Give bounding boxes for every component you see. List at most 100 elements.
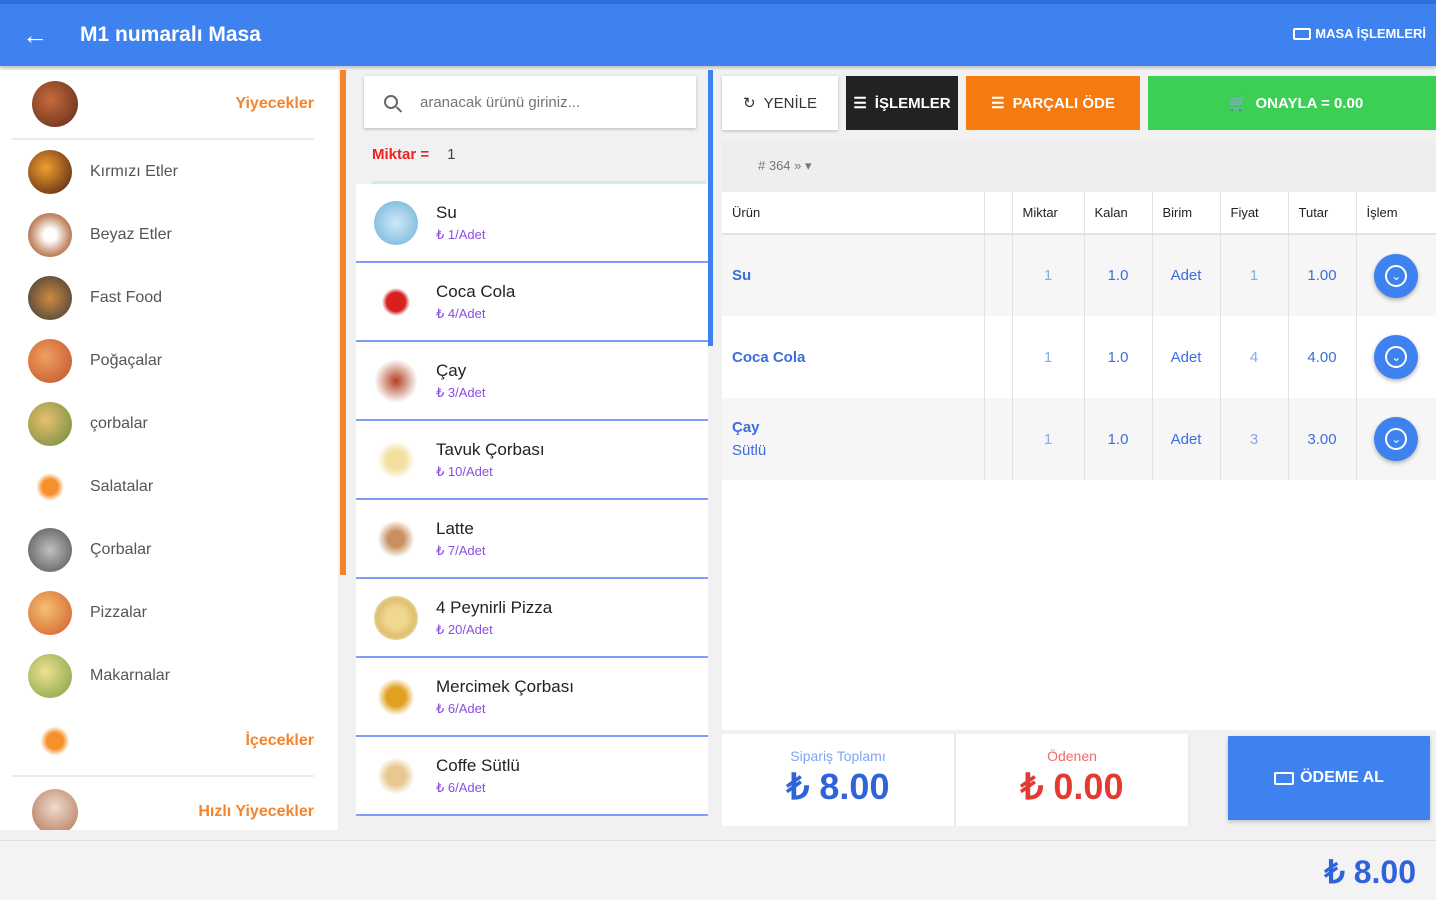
product-item[interactable]: Mercimek Çorbası ₺ 6/Adet — [356, 658, 708, 737]
table-row[interactable]: Çay Sütlü 1 1.0 Adet 3 3.00 ⌄ — [722, 398, 1436, 480]
item-name: Çay — [732, 419, 760, 436]
category-group-yiyecekler[interactable]: Yiyecekler — [12, 70, 314, 140]
cell-islem: ⌄ — [1356, 316, 1436, 398]
product-panel: Miktar = 1 Su ₺ 1/Adet Coca Cola ₺ 4/Adet … — [356, 70, 708, 830]
cell-miktar: 1 — [1012, 316, 1085, 398]
product-item[interactable]: Coca Cola ₺ 4/Adet — [356, 263, 708, 342]
product-image — [374, 516, 418, 561]
category-group-hizli-yiyecekler[interactable]: Hızlı Yiyecekler — [12, 777, 314, 830]
sliders-icon: ☰ — [853, 95, 867, 112]
product-image — [374, 595, 418, 640]
bottom-total: ₺ 8.00 — [1324, 854, 1416, 890]
refresh-button[interactable]: ↻ YENİLE — [722, 76, 838, 130]
category-label: Pizzalar — [90, 603, 147, 621]
order-total-box: Sipariş Toplamı ₺ 8.00 — [722, 734, 956, 826]
category-label: Makarnalar — [90, 666, 171, 684]
category-item[interactable]: Poğaçalar — [0, 329, 338, 392]
product-image — [374, 279, 418, 324]
cell-urun: Su — [722, 234, 985, 316]
category-item[interactable]: Beyaz Etler — [0, 203, 338, 266]
chevron-circle-icon: ⌄ — [1385, 264, 1408, 287]
category-thumbnail — [28, 149, 72, 194]
table-row[interactable]: Su 1 1.0 Adet 1 1.00 ⌄ — [722, 234, 1436, 316]
category-label: çorbalar — [90, 414, 148, 432]
category-item[interactable]: Fast Food — [0, 266, 338, 329]
col-header: Miktar — [1012, 192, 1085, 235]
category-label: Fast Food — [90, 288, 163, 306]
product-item[interactable]: Su ₺ 1/Adet — [356, 184, 708, 263]
currency-symbol: ₺ — [436, 384, 445, 400]
split-pay-button[interactable]: ☰ PARÇALI ÖDE — [966, 76, 1140, 130]
table-header-row: Ürün Miktar Kalan Birim Fiyat Tutar İşle… — [722, 192, 1436, 235]
currency-symbol: ₺ — [436, 463, 445, 479]
product-image — [374, 753, 418, 798]
category-thumbnail — [28, 212, 72, 257]
product-name: Coca Cola — [436, 281, 516, 301]
category-item[interactable]: Pizzalar — [0, 581, 338, 644]
col-header: Ürün — [722, 192, 985, 235]
category-item[interactable]: Kırmızı Etler — [0, 140, 338, 203]
search-input[interactable] — [420, 93, 660, 111]
chevron-circle-icon: ⌄ — [1385, 428, 1408, 450]
split-pay-label: PARÇALI ÖDE — [1012, 94, 1115, 112]
col-header: İşlem — [1356, 192, 1436, 235]
confirm-button[interactable]: 🛒 ONAYLA = 0.00 — [1148, 76, 1436, 130]
category-label: Çorbalar — [90, 540, 152, 558]
product-item[interactable]: Coffe Sütlü ₺ 6/Adet — [356, 737, 708, 816]
category-item[interactable]: Makarnalar — [0, 644, 338, 707]
category-thumbnail — [32, 718, 78, 764]
islemler-button[interactable]: ☰ İŞLEMLER — [846, 76, 958, 130]
product-item[interactable]: Latte ₺ 7/Adet — [356, 500, 708, 579]
product-image — [374, 358, 418, 403]
refresh-icon: ↻ — [743, 95, 756, 112]
row-action-button[interactable]: ⌄ — [1374, 417, 1419, 461]
category-thumbnail — [28, 464, 72, 509]
category-thumbnail — [28, 275, 72, 320]
quantity-row[interactable]: Miktar = 1 — [372, 146, 706, 184]
table-icon — [1293, 27, 1312, 40]
islemler-label: İŞLEMLER — [874, 94, 951, 112]
cell-empty — [984, 234, 1013, 316]
cell-fiyat: 1 — [1220, 234, 1289, 316]
category-scrollbar[interactable] — [340, 70, 346, 575]
item-note: Sütlü — [732, 442, 767, 459]
cell-miktar: 1 — [1012, 398, 1085, 480]
category-item[interactable]: Çorbalar — [0, 518, 338, 581]
masa-islemleri-label: MASA İŞLEMLERİ — [1315, 26, 1426, 41]
category-group-label: Yiyecekler — [235, 95, 314, 112]
category-label: Kırmızı Etler — [90, 162, 179, 180]
item-name: Coca Cola — [732, 348, 806, 366]
product-item[interactable]: Tavuk Çorbası ₺ 10/Adet — [356, 421, 708, 500]
search-box — [364, 76, 696, 128]
category-item[interactable]: çorbalar — [0, 392, 338, 455]
take-payment-button[interactable]: ÖDEME AL — [1228, 736, 1430, 820]
product-price: 3/Adet — [447, 384, 486, 400]
currency-symbol: ₺ — [436, 305, 445, 321]
cell-kalan: 1.0 — [1084, 234, 1153, 316]
order-total-label: Sipariş Toplamı — [790, 748, 886, 764]
product-item[interactable]: Çay ₺ 3/Adet — [356, 342, 708, 421]
product-item[interactable]: 4 Peynirli Pizza ₺ 20/Adet — [356, 579, 708, 658]
product-price: 4/Adet — [447, 305, 486, 321]
category-label: Poğaçalar — [90, 351, 163, 369]
order-number-dropdown[interactable]: # 364 » ▾ — [758, 158, 812, 174]
quantity-value: 1 — [447, 146, 456, 163]
cell-birim: Adet — [1152, 316, 1221, 398]
category-group-icecekler[interactable]: İçecekler — [12, 707, 314, 777]
masa-islemleri-button[interactable]: MASA İŞLEMLERİ — [1293, 26, 1426, 41]
cell-birim: Adet — [1152, 398, 1221, 480]
category-item[interactable]: Salatalar — [0, 455, 338, 518]
category-thumbnail — [28, 590, 72, 635]
app-header: ← M1 numaralı Masa MASA İŞLEMLERİ — [0, 0, 1436, 66]
row-action-button[interactable]: ⌄ — [1374, 335, 1419, 379]
order-number: # 364 » — [758, 158, 802, 173]
cell-islem: ⌄ — [1356, 398, 1436, 480]
cell-fiyat: 3 — [1220, 398, 1289, 480]
cell-kalan: 1.0 — [1084, 316, 1153, 398]
product-scrollbar[interactable] — [708, 70, 713, 346]
row-action-button[interactable]: ⌄ — [1374, 253, 1419, 298]
back-arrow-icon[interactable]: ← — [0, 4, 70, 66]
table-row[interactable]: Coca Cola 1 1.0 Adet 4 4.00 ⌄ — [722, 316, 1436, 398]
cell-islem: ⌄ — [1356, 234, 1436, 316]
product-price: 6/Adet — [447, 779, 486, 795]
